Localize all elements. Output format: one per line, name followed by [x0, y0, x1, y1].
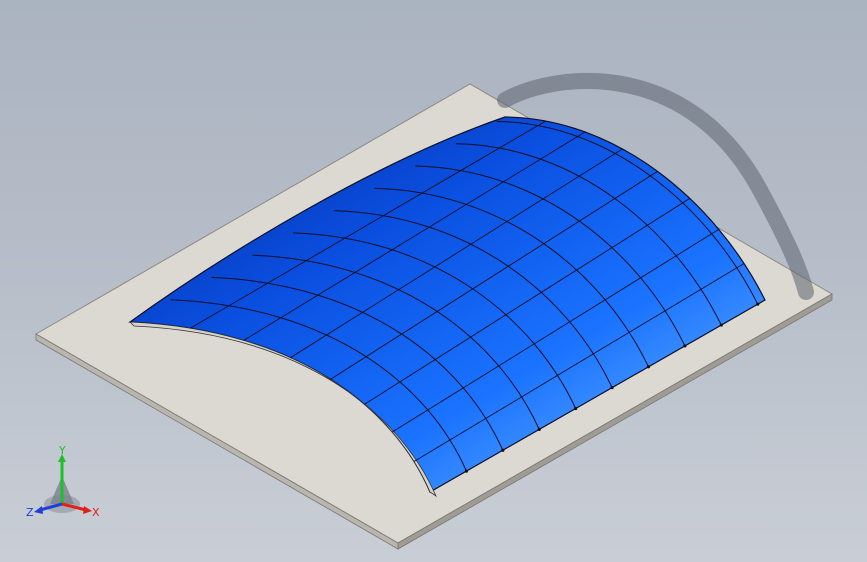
x-axis-arrow-icon	[83, 506, 92, 514]
z-axis-arrow-icon	[34, 506, 43, 514]
shell-anchor	[756, 302, 760, 306]
shell-anchor	[683, 344, 687, 348]
orientation-triad[interactable]: Y X Z	[22, 446, 108, 526]
graphics-viewport[interactable]: Y X Z	[0, 0, 867, 562]
z-axis-label: Z	[26, 506, 34, 519]
shell-anchor	[537, 427, 541, 431]
y-axis-label: Y	[58, 446, 66, 457]
shell-anchor	[719, 323, 723, 327]
shell-anchor	[574, 406, 578, 411]
shell-anchor	[464, 469, 469, 473]
shell-anchor	[610, 386, 614, 390]
shell-anchor	[646, 365, 651, 369]
model-scene[interactable]	[0, 0, 867, 562]
shell-anchor	[501, 448, 505, 452]
x-axis-label: X	[92, 506, 100, 519]
